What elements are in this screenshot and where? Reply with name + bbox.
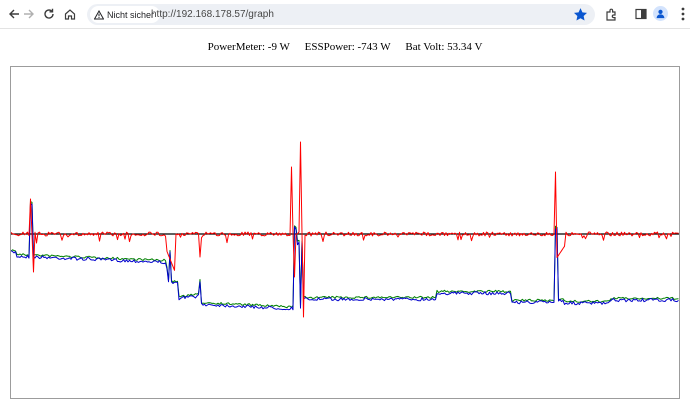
browser-toolbar: Nicht sicher http://192.168.178.57/graph	[0, 0, 690, 29]
security-chip[interactable]: Nicht sicher	[90, 6, 161, 23]
bat-volt-readout: Bat Volt: 53.34 V	[405, 41, 483, 53]
profile-icon[interactable]	[653, 6, 668, 21]
powermeter-readout: PowerMeter: -9 W	[207, 41, 290, 53]
blue-trace	[11, 203, 679, 311]
reload-icon[interactable]	[39, 4, 59, 24]
url-text[interactable]: http://192.168.178.57/graph	[151, 4, 274, 25]
home-icon[interactable]	[60, 4, 80, 24]
warning-triangle-icon	[94, 9, 104, 19]
menu-kebab-icon[interactable]	[673, 4, 690, 24]
graph-plot	[11, 141, 679, 318]
extensions-icon[interactable]	[601, 4, 621, 24]
red-trace	[11, 141, 679, 318]
forward-arrow-icon[interactable]	[19, 4, 39, 24]
address-bar[interactable]: Nicht sicher http://192.168.178.57/graph	[87, 4, 595, 25]
green-trace	[11, 201, 679, 309]
readouts-bar: PowerMeter: -9 W ESSPower: -743 W Bat Vo…	[0, 41, 690, 53]
graph-canvas	[10, 66, 680, 399]
bookmark-star-icon[interactable]	[573, 7, 588, 22]
powermeter-value: -9 W	[267, 41, 290, 53]
bat-volt-value: 53.34 V	[447, 41, 483, 53]
esspower-readout: ESSPower: -743 W	[304, 41, 391, 53]
side-panel-icon[interactable]	[631, 4, 651, 24]
esspower-value: -743 W	[357, 41, 391, 53]
security-label: Nicht sicher	[107, 9, 155, 20]
